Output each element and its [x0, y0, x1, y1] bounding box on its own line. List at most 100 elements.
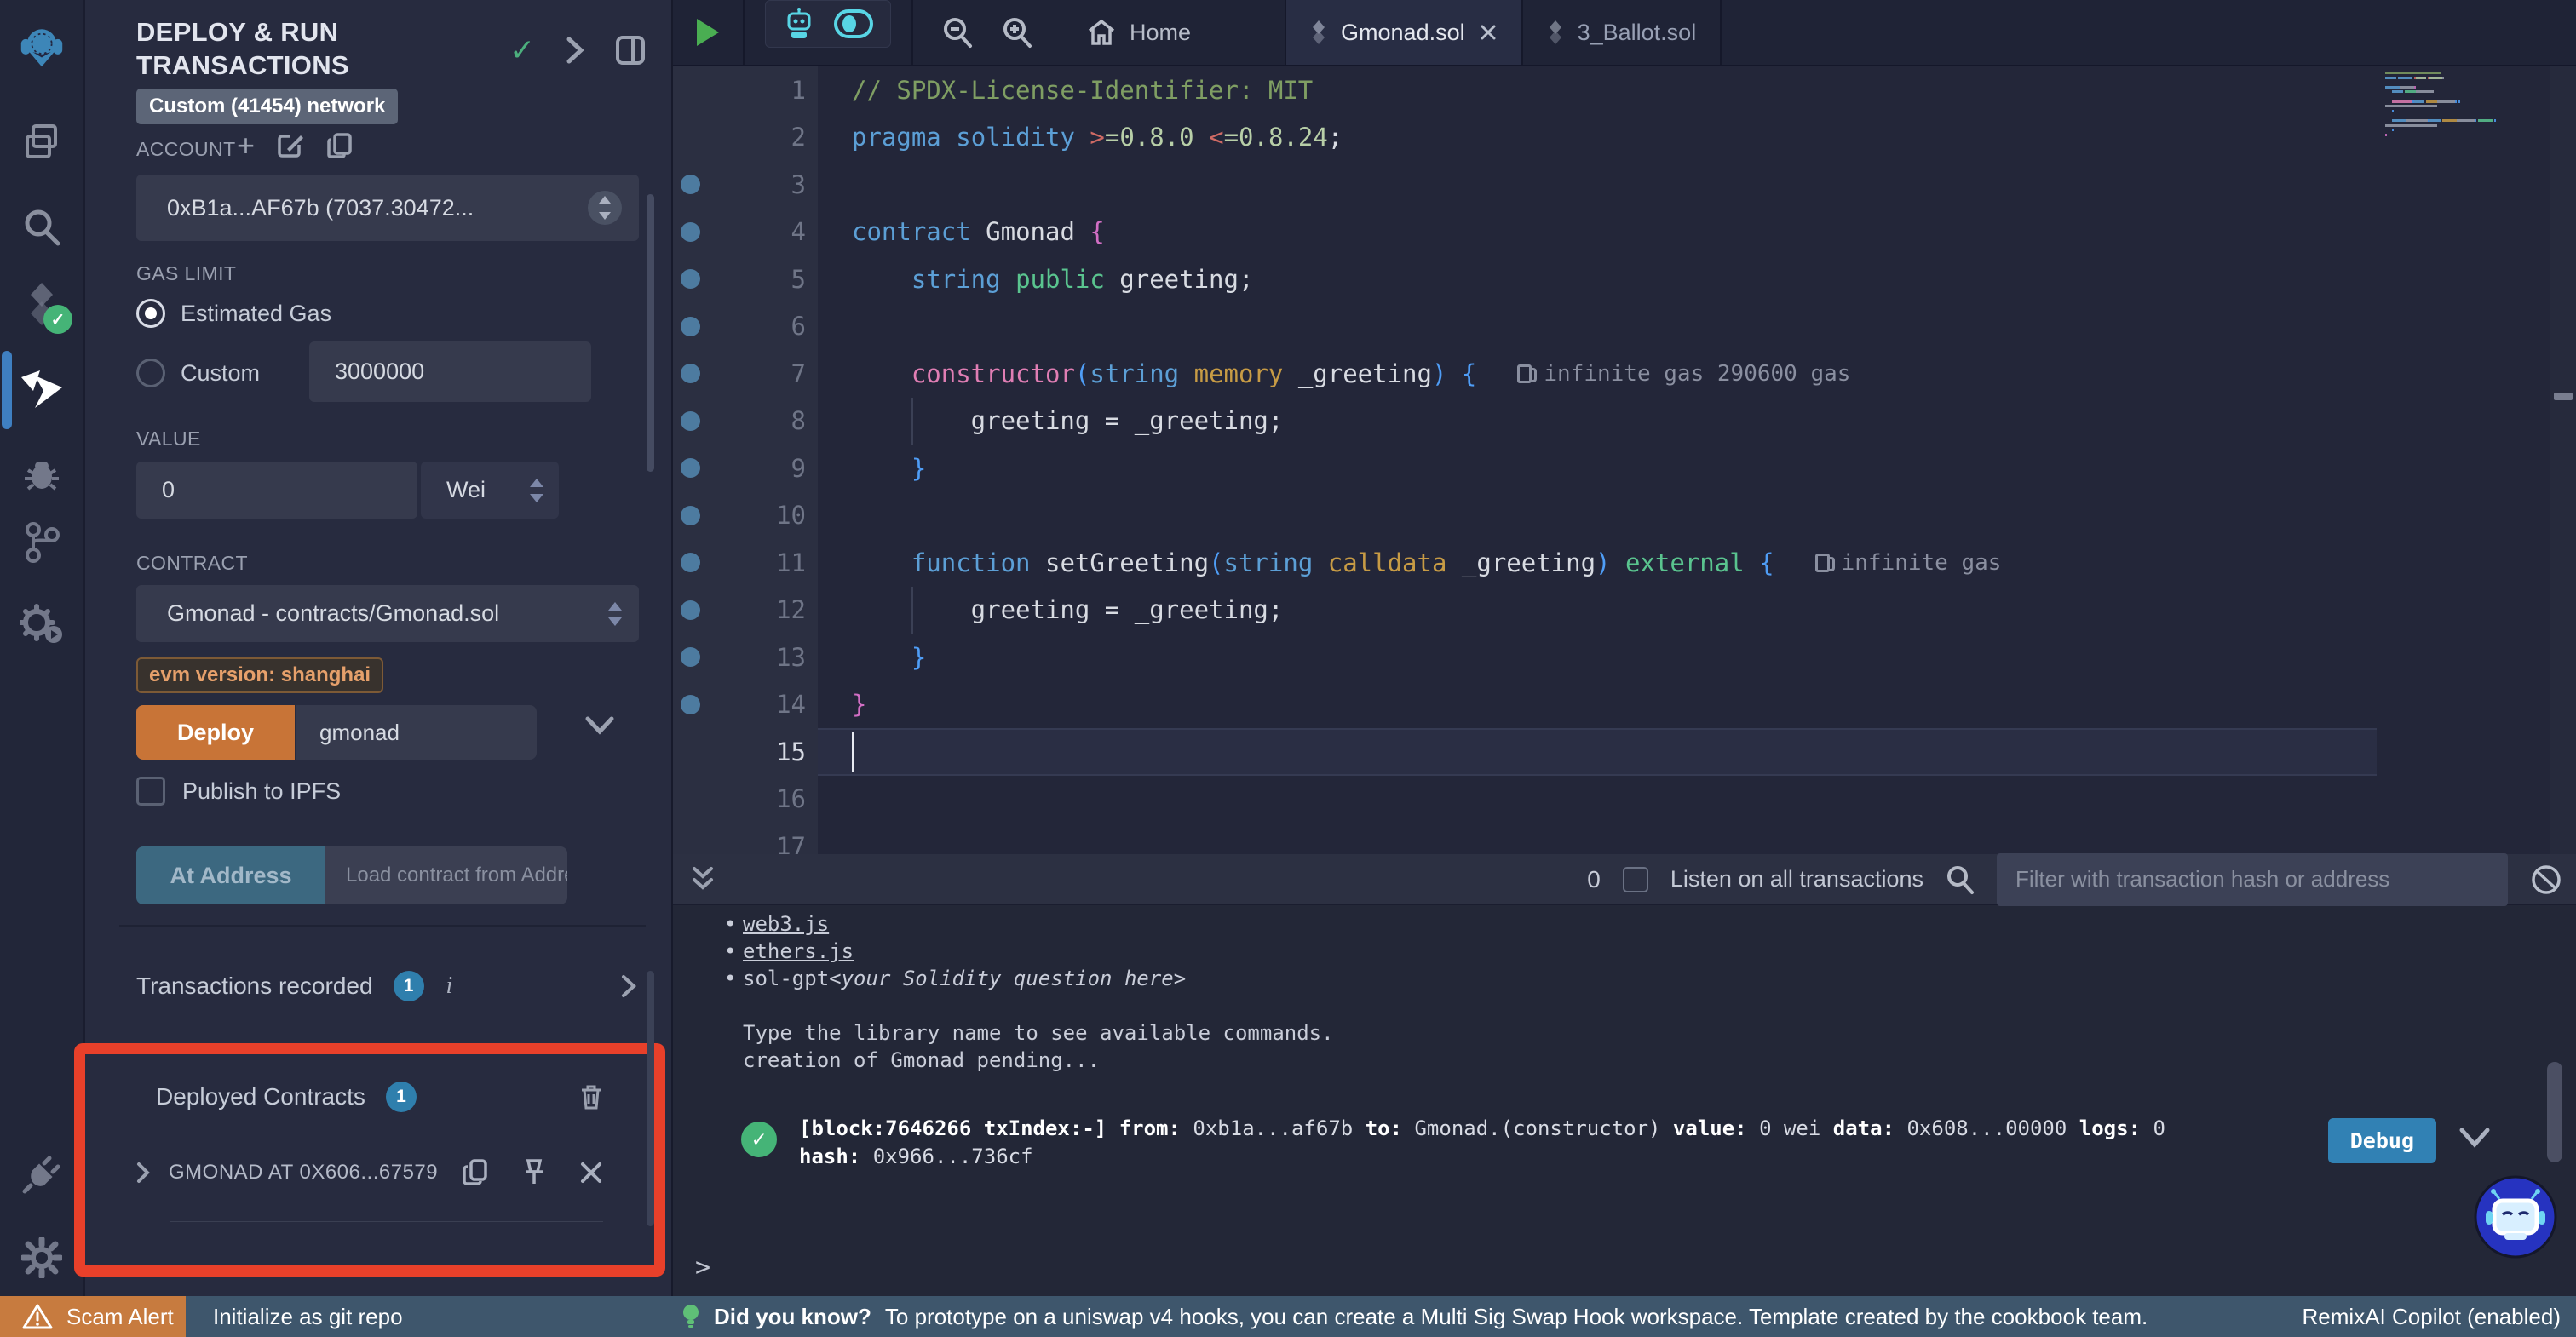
at-address-button[interactable]: At Address: [136, 846, 325, 904]
remix-logo-icon[interactable]: [20, 24, 64, 68]
breakpoint-dot[interactable]: [681, 364, 700, 383]
search-icon[interactable]: [20, 204, 64, 249]
transactions-expand-chevron-icon[interactable]: [620, 973, 637, 999]
info-icon[interactable]: i: [446, 973, 453, 1000]
pin-panel-icon[interactable]: [615, 35, 646, 66]
panel-divider: [119, 925, 646, 927]
breakpoint-dot[interactable]: [681, 222, 700, 242]
value-input[interactable]: [136, 462, 417, 519]
panel-scrollbar-lower[interactable]: [647, 971, 654, 1226]
custom-gas-input[interactable]: [309, 341, 591, 402]
file-explorer-icon[interactable]: [20, 119, 64, 164]
account-stepper-icon[interactable]: [586, 189, 624, 227]
code-line[interactable]: 12 greeting = _greeting;: [673, 587, 2576, 634]
code-line[interactable]: 13 }: [673, 634, 2576, 681]
filter-transactions-input[interactable]: [1997, 853, 2508, 906]
breakpoint-dot[interactable]: [681, 411, 700, 431]
remixai-robot-icon[interactable]: [783, 7, 815, 41]
terminal-bullet-line[interactable]: •sol-gpt <your Solidity question here>: [673, 965, 2576, 992]
publish-ipfs-checkbox[interactable]: [136, 777, 165, 806]
scroll-indicator[interactable]: [2554, 393, 2573, 400]
copy-address-icon[interactable]: [462, 1158, 489, 1187]
solidity-compiler-icon[interactable]: ✓: [20, 283, 64, 327]
zoom-in-icon[interactable]: [1002, 16, 1032, 49]
breakpoint-dot[interactable]: [681, 506, 700, 525]
deploy-button[interactable]: Deploy: [136, 705, 295, 760]
code-line[interactable]: 8 greeting = _greeting;: [673, 398, 2576, 445]
search-transactions-icon[interactable]: [1946, 864, 1975, 895]
breakpoint-dot[interactable]: [681, 553, 700, 572]
transactions-recorded-row[interactable]: Transactions recorded 1 i: [136, 971, 637, 1001]
copilot-toggle-icon[interactable]: [834, 9, 873, 38]
breakpoint-dot[interactable]: [681, 695, 700, 714]
contract-select[interactable]: Gmonad - contracts/Gmonad.sol: [136, 585, 639, 642]
code-line[interactable]: 15: [673, 728, 2576, 776]
pin-contract-icon[interactable]: [521, 1158, 547, 1187]
code-line[interactable]: 3: [673, 161, 2576, 209]
at-address-input[interactable]: [325, 846, 567, 904]
deploy-expand-chevron-icon[interactable]: [584, 715, 615, 736]
custom-gas-radio[interactable]: [136, 359, 165, 387]
code-line[interactable]: 10: [673, 492, 2576, 540]
clear-console-ban-icon[interactable]: [2530, 864, 2562, 896]
collapse-terminal-icon[interactable]: [690, 865, 716, 894]
plugin-manager-icon[interactable]: [20, 1152, 64, 1196]
settings-icon[interactable]: [20, 1236, 64, 1280]
remixai-copilot-avatar[interactable]: [2474, 1175, 2557, 1259]
expand-tx-chevron-icon[interactable]: [2458, 1127, 2491, 1149]
breakpoint-dot[interactable]: [681, 269, 700, 289]
breakpoint-dot[interactable]: [681, 647, 700, 667]
tab-home[interactable]: Home: [1061, 0, 1216, 65]
add-account-icon[interactable]: +: [237, 128, 255, 164]
code-line[interactable]: 5 string public greeting;: [673, 255, 2576, 303]
code-line[interactable]: 14}: [673, 681, 2576, 729]
init-git-repo-button[interactable]: Initialize as git repo: [213, 1296, 403, 1337]
code-line[interactable]: 16: [673, 776, 2576, 823]
copy-account-icon[interactable]: [326, 132, 354, 159]
zoom-out-icon[interactable]: [942, 16, 973, 49]
constructor-arg-input[interactable]: [296, 705, 537, 760]
code-line[interactable]: 7 constructor(string memory _greeting) {…: [673, 350, 2576, 398]
breakpoint-dot[interactable]: [681, 175, 700, 194]
transaction-log-row[interactable]: ✓ [block:7646266 txIndex:-] from: 0xb1a.…: [741, 1115, 2491, 1171]
code-line[interactable]: 6: [673, 303, 2576, 351]
account-select[interactable]: 0xB1a...AF67b (7037.30472...: [136, 175, 639, 241]
code-line[interactable]: 4contract Gmonad {: [673, 209, 2576, 256]
clear-deployed-trash-icon[interactable]: [579, 1083, 603, 1110]
git-icon[interactable]: [20, 520, 64, 565]
debug-button[interactable]: Debug: [2328, 1118, 2436, 1163]
breakpoint-dot[interactable]: [681, 458, 700, 478]
terminal-bullet-line[interactable]: •web3.js: [673, 910, 2576, 938]
run-script-button[interactable]: [673, 0, 743, 65]
remove-contract-icon[interactable]: [579, 1161, 603, 1185]
listen-all-checkbox[interactable]: [1623, 867, 1648, 892]
close-tab-icon[interactable]: [1479, 23, 1498, 42]
contract-expand-chevron-icon[interactable]: [136, 1162, 150, 1184]
terminal-bullet-line[interactable]: •ethers.js: [673, 938, 2576, 965]
terminal-scrollbar[interactable]: [2547, 1062, 2562, 1162]
chevron-right-icon[interactable]: [566, 36, 584, 65]
code-line[interactable]: 17: [673, 823, 2576, 854]
code-editor[interactable]: 1// SPDX-License-Identifier: MIT2pragma …: [673, 66, 2576, 854]
code-line[interactable]: 1// SPDX-License-Identifier: MIT: [673, 66, 2576, 114]
tab-3-ballot-sol[interactable]: 3_Ballot.sol: [1523, 0, 1722, 65]
minimap[interactable]: [2377, 66, 2550, 854]
estimated-gas-radio[interactable]: [136, 299, 165, 328]
code-line[interactable]: 11 function setGreeting(string calldata …: [673, 539, 2576, 587]
scam-alert-button[interactable]: Scam Alert: [0, 1296, 186, 1337]
deploy-run-icon[interactable]: [20, 367, 64, 411]
breakpoint-dot[interactable]: [681, 600, 700, 620]
debugger-icon[interactable]: [20, 451, 64, 496]
code-line[interactable]: 2pragma solidity >=0.8.0 <=0.8.24;: [673, 114, 2576, 162]
deployed-contract-row[interactable]: GMONAD AT 0X606...67579: [136, 1158, 603, 1187]
terminal-prompt[interactable]: >: [695, 1253, 710, 1282]
edit-account-icon[interactable]: [277, 132, 304, 159]
copilot-status[interactable]: RemixAI Copilot (enabled): [2303, 1296, 2561, 1337]
tab-gmonad-sol[interactable]: Gmonad.sol: [1285, 0, 1523, 65]
code-line[interactable]: 9 }: [673, 445, 2576, 492]
value-unit-select[interactable]: Wei: [421, 462, 559, 519]
panel-scrollbar[interactable]: [647, 194, 654, 472]
terminal-output[interactable]: •web3.js•ethers.js•sol-gpt <your Solidit…: [673, 905, 2576, 1296]
breakpoint-dot[interactable]: [681, 317, 700, 336]
analysis-icon[interactable]: [20, 602, 64, 646]
